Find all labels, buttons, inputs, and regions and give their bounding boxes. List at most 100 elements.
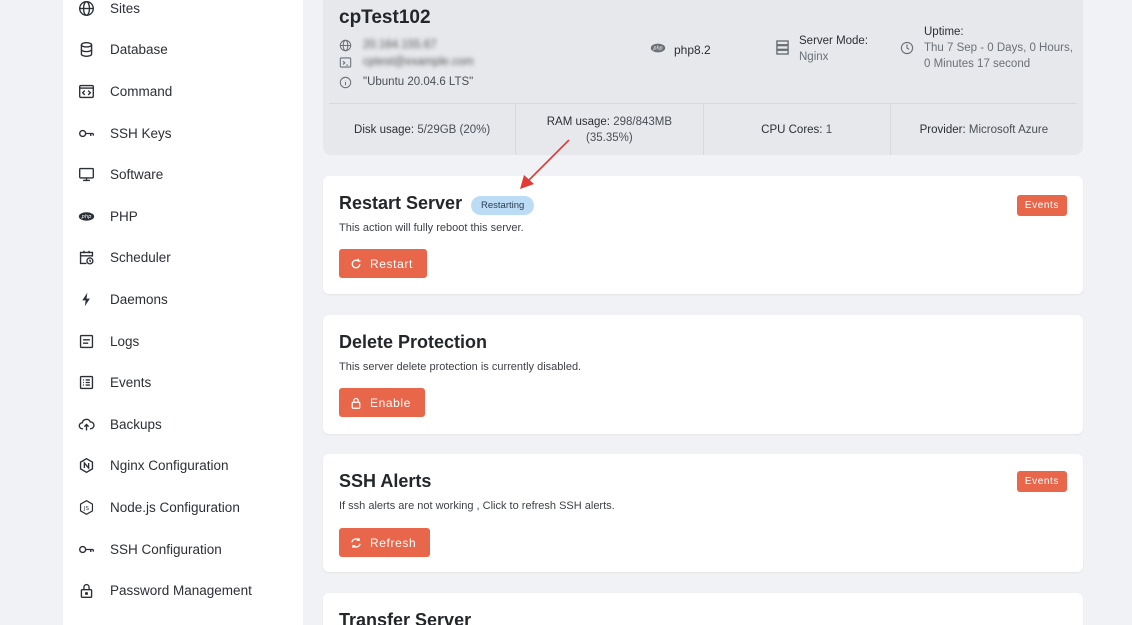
refresh-button[interactable]: Refresh <box>339 528 431 557</box>
ssh-alerts-title: SSH Alerts <box>339 471 432 491</box>
list-icon <box>76 372 96 392</box>
php-version-text: php8.2 <box>674 42 711 57</box>
lock-icon <box>76 580 96 600</box>
sidebar-item-label: Nginx Configuration <box>110 457 229 473</box>
server-mode-value: Nginx <box>799 51 829 63</box>
cloud-upload-icon <box>76 414 96 434</box>
ram-usage-label: RAM usage: <box>546 115 610 128</box>
terminal-icon <box>339 55 353 69</box>
restart-server-title: Restart Server <box>339 193 463 213</box>
sidebar-item-label: Logs <box>110 333 140 349</box>
logs-icon <box>76 331 96 351</box>
server-name: cpTest102 <box>339 7 431 28</box>
server-os-row: "Ubuntu 20.04.6 LTS" <box>339 75 473 89</box>
server-mode-label: Server Mode: <box>799 35 869 47</box>
sidebar-item-scheduler[interactable]: Scheduler <box>76 245 171 269</box>
monitor-icon <box>76 164 96 184</box>
enable-button[interactable]: Enable <box>339 388 425 417</box>
sidebar-item-label: Database <box>110 41 168 57</box>
sidebar-item-password-management[interactable]: Password Management <box>76 578 252 602</box>
restart-button-label: Restart <box>370 256 413 271</box>
sidebar-item-sites[interactable]: Sites <box>76 0 140 20</box>
server-ip-row: 20.164.155.67 <box>339 38 437 52</box>
cpu-cores: CPU Cores: 1 <box>704 104 891 155</box>
sidebar-item-label: Scheduler <box>110 249 171 265</box>
nginx-icon <box>76 455 96 475</box>
sidebar-item-label: SSH Configuration <box>110 541 222 557</box>
delete-protection-title: Delete Protection <box>339 332 488 352</box>
sidebar-item-label: Command <box>110 83 173 99</box>
uptime: Uptime: Thu 7 Sep - 0 Days, 0 Hours, 0 M… <box>900 24 1073 72</box>
php-icon: php <box>650 42 666 57</box>
provider: Provider: Microsoft Azure <box>891 104 1077 155</box>
calendar-clock-icon <box>76 247 96 267</box>
server-ip: 20.164.155.67 <box>363 39 437 51</box>
restart-events-button[interactable]: Events <box>1016 195 1067 216</box>
bolt-icon <box>76 289 96 309</box>
server-info-card: cpTest102 20.164.155.67 cptest@example.c… <box>323 0 1083 155</box>
transfer-server-card: Transfer Server <box>323 593 1083 625</box>
sidebar-item-events[interactable]: Events <box>76 370 151 394</box>
svg-text:php: php <box>652 46 662 52</box>
key-icon <box>76 123 96 143</box>
php-version: php php8.2 <box>650 42 711 57</box>
sidebar-item-daemons[interactable]: Daemons <box>76 287 168 311</box>
sidebar-item-ssh-configuration[interactable]: SSH Configuration <box>76 537 222 561</box>
sidebar-item-label: Events <box>110 374 152 390</box>
restart-server-description: This action will fully reboot this serve… <box>339 222 524 234</box>
server-os: "Ubuntu 20.04.6 LTS" <box>363 76 474 88</box>
server-email: cptest@example.com <box>363 56 474 68</box>
sidebar-item-label: Password Management <box>110 582 252 598</box>
ssh-alerts-description: If ssh alerts are not working , Click to… <box>339 500 615 512</box>
uptime-line-2: 0 Minutes 17 second <box>924 58 1031 70</box>
server-mode: Server Mode: Nginx <box>776 33 868 65</box>
terminal-icon <box>76 81 96 101</box>
sidebar-item-label: Daemons <box>110 291 168 307</box>
sidebar-item-label: Sites <box>110 0 141 16</box>
sidebar-item-nodejs-configuration[interactable]: JS Node.js Configuration <box>76 495 240 519</box>
uptime-label: Uptime: <box>924 26 964 38</box>
sidebar-item-label: Node.js Configuration <box>110 499 240 515</box>
ram-usage-percent: (35.35%) <box>586 131 633 144</box>
cpu-cores-value: 1 <box>825 123 833 136</box>
disk-usage-value: 5/29GB (20%) <box>417 123 491 136</box>
sidebar-item-label: Backups <box>110 416 162 432</box>
info-icon <box>339 75 353 89</box>
sidebar-item-command[interactable]: Command <box>76 79 172 103</box>
sidebar-item-nginx-configuration[interactable]: Nginx Configuration <box>76 453 229 477</box>
lock-icon <box>351 397 361 409</box>
database-icon <box>76 39 96 59</box>
sidebar-item-label: SSH Keys <box>110 125 172 141</box>
ram-usage-value: 298/843MB <box>613 115 673 128</box>
enable-button-label: Enable <box>370 395 411 410</box>
sidebar-item-php[interactable]: php PHP <box>76 204 138 228</box>
clock-icon <box>900 41 914 72</box>
sidebar-item-ssh-keys[interactable]: SSH Keys <box>76 121 172 145</box>
sidebar-item-database[interactable]: Database <box>76 37 168 61</box>
sidebar-item-label: Software <box>110 166 164 182</box>
delete-protection-description: This server delete protection is current… <box>339 361 582 373</box>
globe-icon <box>76 0 96 18</box>
sidebar-item-logs[interactable]: Logs <box>76 329 139 353</box>
sidebar-item-label: PHP <box>110 208 138 224</box>
uptime-line-1: Thu 7 Sep - 0 Days, 0 Hours, <box>924 42 1073 54</box>
ssh-alerts-card: SSH Alerts Events If ssh alerts are not … <box>323 454 1083 572</box>
sidebar-item-backups[interactable]: Backups <box>76 412 162 436</box>
server-stack-icon <box>776 40 789 65</box>
refresh-icon <box>351 537 361 548</box>
sidebar-item-software[interactable]: Software <box>76 162 163 186</box>
restart-server-card: Restart Server Restarting Events This ac… <box>323 176 1083 294</box>
server-stats: Disk usage: 5/29GB (20%) RAM usage: 298/… <box>329 103 1077 155</box>
delete-protection-card: Delete Protection This server delete pro… <box>323 315 1083 434</box>
sidebar: Sites Database Command SSH Keys Software… <box>63 0 303 625</box>
svg-text:php: php <box>80 214 91 220</box>
transfer-server-title: Transfer Server <box>339 610 472 625</box>
disk-usage: Disk usage: 5/29GB (20%) <box>329 104 517 155</box>
cpu-cores-label: CPU Cores: <box>761 123 823 136</box>
refresh-icon <box>351 258 361 268</box>
ram-usage: RAM usage: 298/843MB (35.35%) <box>516 104 704 155</box>
restart-button[interactable]: Restart <box>339 249 427 278</box>
refresh-button-label: Refresh <box>370 535 417 550</box>
ssh-alerts-events-button[interactable]: Events <box>1016 471 1067 492</box>
nodejs-icon: JS <box>76 497 96 517</box>
